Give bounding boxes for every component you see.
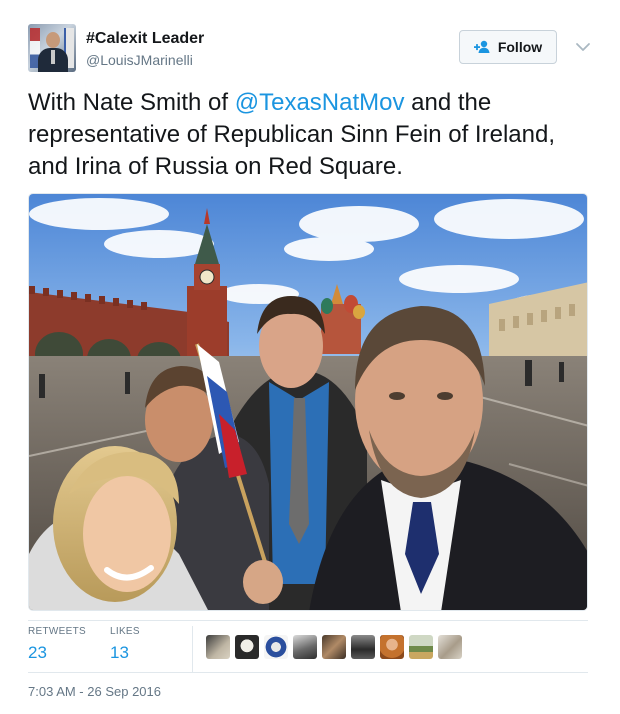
liker-avatar[interactable] xyxy=(293,635,317,659)
tweet-stats: RETWEETS 23 LIKES 13 xyxy=(28,626,588,672)
liker-avatar[interactable] xyxy=(409,635,433,659)
tweet-photo[interactable] xyxy=(28,193,588,611)
likers-avatars xyxy=(206,635,462,659)
user-avatar[interactable] xyxy=(28,24,76,72)
retweets-label: RETWEETS xyxy=(28,626,86,637)
liker-avatar[interactable] xyxy=(438,635,462,659)
likes-count: 13 xyxy=(110,643,129,662)
divider xyxy=(28,672,588,673)
user-display-name[interactable]: #Calexit Leader xyxy=(86,30,204,48)
user-handle[interactable]: @LouisJMarinelli xyxy=(86,52,193,68)
retweets-count: 23 xyxy=(28,643,47,662)
add-user-icon xyxy=(473,40,492,54)
liker-avatar[interactable] xyxy=(264,635,288,659)
selfie-photo xyxy=(29,194,587,610)
tweet-timestamp[interactable]: 7:03 AM - 26 Sep 2016 xyxy=(28,684,161,699)
divider xyxy=(28,620,588,621)
retweets-stat[interactable]: RETWEETS 23 xyxy=(28,626,86,663)
tweet-text: With Nate Smith of @TexasNatMov and the … xyxy=(28,87,592,183)
chevron-down-icon[interactable] xyxy=(574,38,592,56)
liker-avatar[interactable] xyxy=(235,635,259,659)
likes-label: LIKES xyxy=(110,626,140,637)
liker-avatar[interactable] xyxy=(322,635,346,659)
divider xyxy=(192,626,193,672)
tweet-header: #Calexit Leader @LouisJMarinelli Follow xyxy=(28,24,592,74)
avatar-figure xyxy=(51,50,55,64)
liker-avatar[interactable] xyxy=(351,635,375,659)
mention-link[interactable]: @TexasNatMov xyxy=(235,89,405,116)
tweet-text-part: With Nate Smith of xyxy=(28,89,235,116)
liker-avatar[interactable] xyxy=(380,635,404,659)
likes-stat[interactable]: LIKES 13 xyxy=(110,626,140,663)
avatar-figure xyxy=(46,32,60,48)
follow-button[interactable]: Follow xyxy=(459,30,557,64)
follow-label: Follow xyxy=(497,39,543,55)
liker-avatar[interactable] xyxy=(206,635,230,659)
